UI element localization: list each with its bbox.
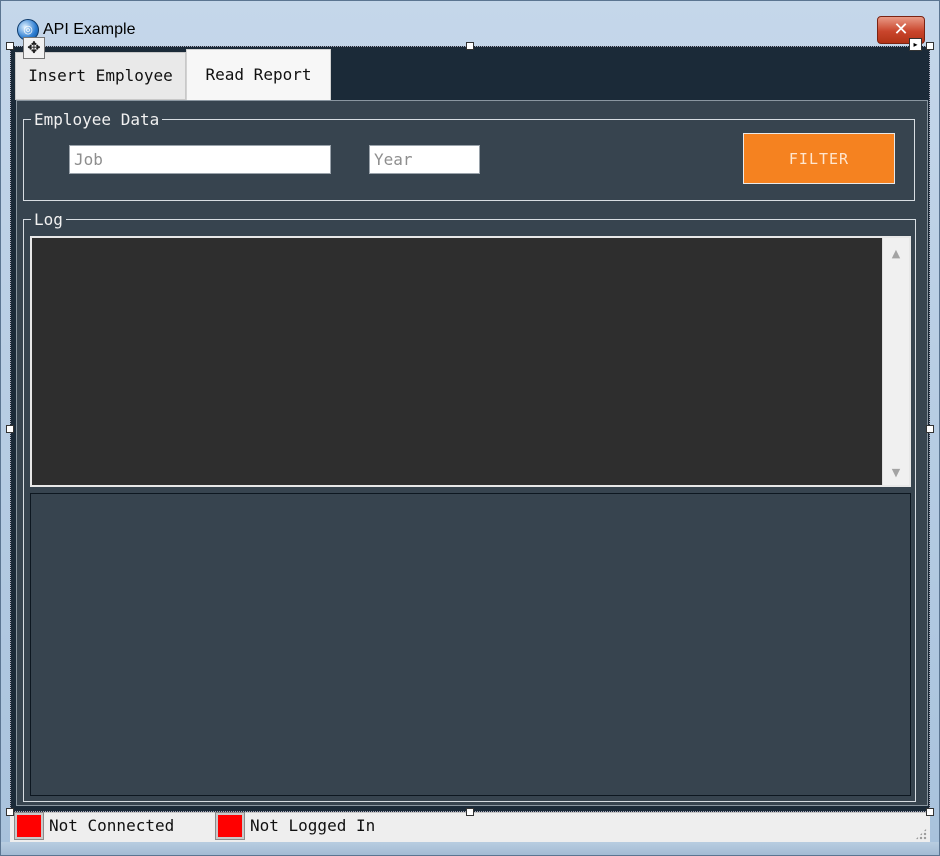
- employee-data-legend: Employee Data: [34, 110, 160, 129]
- resize-handle-top[interactable]: [466, 42, 474, 50]
- tab-insert-employee[interactable]: Insert Employee: [15, 52, 186, 100]
- connection-status-indicator: [14, 812, 44, 840]
- year-input[interactable]: [369, 145, 480, 174]
- log-textbox[interactable]: ▲ ▼: [30, 236, 911, 487]
- scroll-up-icon[interactable]: ▲: [883, 247, 909, 260]
- resize-handle-top-right[interactable]: [926, 42, 934, 50]
- resize-handle-right[interactable]: [926, 425, 934, 433]
- login-status-indicator: [215, 812, 245, 840]
- log-legend: Log: [34, 210, 63, 229]
- resize-handle-bottom-right[interactable]: [926, 808, 934, 816]
- tab-read-report[interactable]: Read Report: [186, 49, 331, 100]
- connection-status-text: Not Connected: [49, 816, 175, 835]
- smart-tag-icon[interactable]: ▸: [909, 38, 922, 51]
- job-input[interactable]: [69, 145, 331, 174]
- close-icon: ✕: [893, 19, 909, 40]
- status-bar: Not Connected Not Logged In: [10, 812, 930, 842]
- resize-handle-bottom-left[interactable]: [6, 808, 14, 816]
- title-bar[interactable]: ◎ API Example ✕: [1, 1, 939, 45]
- log-scrollbar[interactable]: ▲ ▼: [882, 238, 909, 485]
- resize-handle-left[interactable]: [6, 425, 14, 433]
- login-status-text: Not Logged In: [250, 816, 376, 835]
- resize-handle-top-left[interactable]: [6, 42, 14, 50]
- window-bottom-border: [1, 842, 939, 855]
- app-window: ◎ API Example ✕ ✥ ▸ Insert Employee Read…: [0, 0, 940, 856]
- tab-strip: Insert Employee Read Report: [15, 49, 929, 100]
- resize-grip-icon[interactable]: [915, 828, 927, 840]
- resize-handle-bottom[interactable]: [466, 808, 474, 816]
- report-panel: [30, 493, 911, 796]
- window-title: API Example: [43, 21, 136, 38]
- move-handle-icon[interactable]: ✥: [23, 37, 45, 59]
- filter-button[interactable]: FILTER: [743, 133, 895, 184]
- scroll-down-icon[interactable]: ▼: [883, 466, 909, 479]
